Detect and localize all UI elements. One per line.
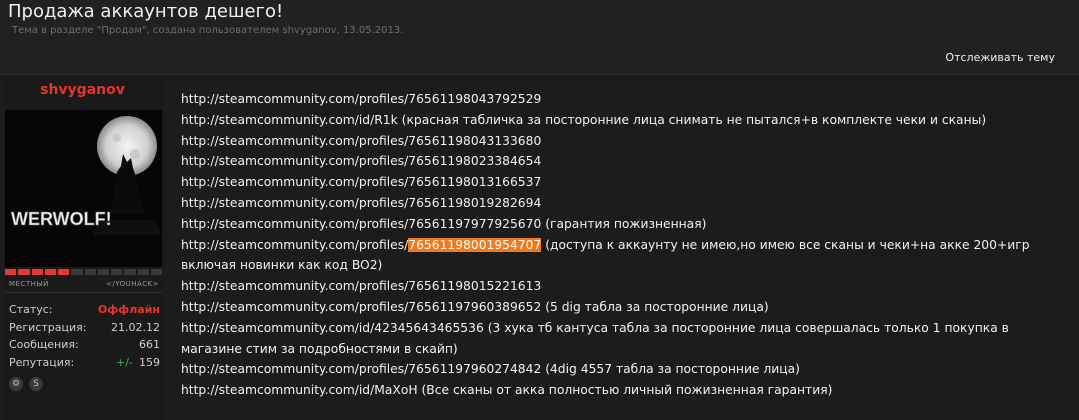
rank-site-label: </YOUHACK> [105,280,159,288]
post-line: http://steamcommunity.com/profiles/76561… [181,151,1061,172]
post-line: http://steamcommunity.com/id/MaXoH (Все … [181,380,1061,401]
steam-profile-link[interactable]: http://steamcommunity.com/id/MaXoH [181,383,418,397]
reputation-vote-icon[interactable]: +/- [116,356,133,369]
post-line: http://steamcommunity.com/profiles/76561… [181,172,1061,193]
steam-profile-link[interactable]: http://steamcommunity.com/profiles/76561… [181,134,541,148]
contact-icons: ⚙ S [9,377,43,391]
post-line: http://steamcommunity.com/profiles/76561… [181,235,1061,277]
steam-profile-link[interactable]: http://steamcommunity.com/profiles/76561… [181,217,541,231]
stat-label: Регистрация: [9,320,87,334]
skype-icon[interactable]: S [29,377,43,391]
stat-label: Репутация: [9,355,75,369]
highlighted-profile-id: 76561198001954707 [408,237,542,252]
rank-segment [18,269,30,275]
url-prefix: http://steamcommunity.com/profiles/ [181,237,409,252]
stat-label: Сообщения: [9,338,79,351]
stat-row-reputation: Репутация: +/- 159 [9,356,160,374]
line-note: (Все сканы от акка полностью личный пожи… [417,383,833,398]
username-link[interactable]: shvyganov [0,82,165,98]
post-line: http://steamcommunity.com/profiles/76561… [181,276,1061,297]
post-line: http://steamcommunity.com/profiles/76561… [181,297,1061,318]
post-line: http://steamcommunity.com/profiles/76561… [181,89,1061,110]
steam-profile-link[interactable]: http://steamcommunity.com/profiles/76561… [181,279,541,293]
post-line: http://steamcommunity.com/id/R1k (красна… [181,110,1061,131]
reputation-value: +/- 159 [116,356,160,369]
steam-profile-link[interactable]: http://steamcommunity.com/profiles/76561… [181,300,541,314]
rank-segment [58,269,70,275]
line-note: (гарантия пожизненная) [541,216,707,231]
rank-segment [31,269,43,275]
rank-segment [5,269,17,275]
rank-segment [137,269,149,275]
post-line: http://steamcommunity.com/profiles/76561… [181,193,1061,214]
stat-row-registration: Регистрация: 21.02.12 [9,321,160,339]
steam-profile-link[interactable]: http://steamcommunity.com/profiles/76561… [181,196,541,210]
post-content: http://steamcommunity.com/profiles/76561… [181,89,1061,401]
rank-segment [124,269,136,275]
rank-segment [150,269,162,275]
post-line: http://steamcommunity.com/id/42345643465… [181,318,1061,360]
stat-label: Статус: [9,303,53,316]
stat-value: 21.02.12 [111,320,160,334]
line-note: (красная табличка за посторонние лица сн… [397,112,987,127]
post-line: http://steamcommunity.com/profiles/76561… [181,359,1061,380]
stat-row-status: Статус: Оффлайн [9,303,160,321]
rank-segment [111,269,123,275]
line-note: (5 dig табла за посторонние лица) [541,299,769,314]
rank-segment [97,269,109,275]
thread-subtitle: Тема в разделе "Продам", создана пользов… [12,25,404,36]
reputation-number: 159 [139,355,160,369]
status-value: Оффлайн [98,303,160,316]
steam-profile-link[interactable]: http://steamcommunity.com/profiles/76561… [181,237,542,252]
steam-profile-link[interactable]: http://steamcommunity.com/profiles/76561… [181,175,541,189]
stat-value[interactable]: 661 [139,338,160,351]
rank-segment [44,269,56,275]
steam-profile-link[interactable]: http://steamcommunity.com/profiles/76561… [181,362,541,376]
steam-profile-link[interactable]: http://steamcommunity.com/id/42345643465… [181,321,484,335]
thread-title: Продажа аккаунтов дешего! [8,1,284,22]
user-stats: Статус: Оффлайн Регистрация: 21.02.12 Со… [9,303,160,373]
line-note: (4dig 4557 табла за посторонние лица) [541,362,800,377]
avatar[interactable]: WERWOLF! [5,110,162,267]
divider [5,292,162,293]
stat-row-messages: Сообщения: 661 [9,338,160,356]
steam-profile-link[interactable]: http://steamcommunity.com/id/R1k [181,113,398,127]
rank-current-label: МЕСТНЫЙ [9,280,49,288]
steam-icon[interactable]: ⚙ [9,377,23,391]
wolf-moon-avatar-icon: WERWOLF! [5,110,162,267]
rank-segment [71,269,83,275]
rank-segment [84,269,96,275]
rank-progress-bar [5,269,162,275]
steam-profile-link[interactable]: http://steamcommunity.com/profiles/76561… [181,92,541,106]
steam-profile-link[interactable]: http://steamcommunity.com/profiles/76561… [181,154,541,168]
post-line: http://steamcommunity.com/profiles/76561… [181,131,1061,152]
post-line: http://steamcommunity.com/profiles/76561… [181,214,1061,235]
follow-thread-link[interactable]: Отслеживать тему [945,51,1055,64]
avatar-text: WERWOLF! [11,209,112,229]
